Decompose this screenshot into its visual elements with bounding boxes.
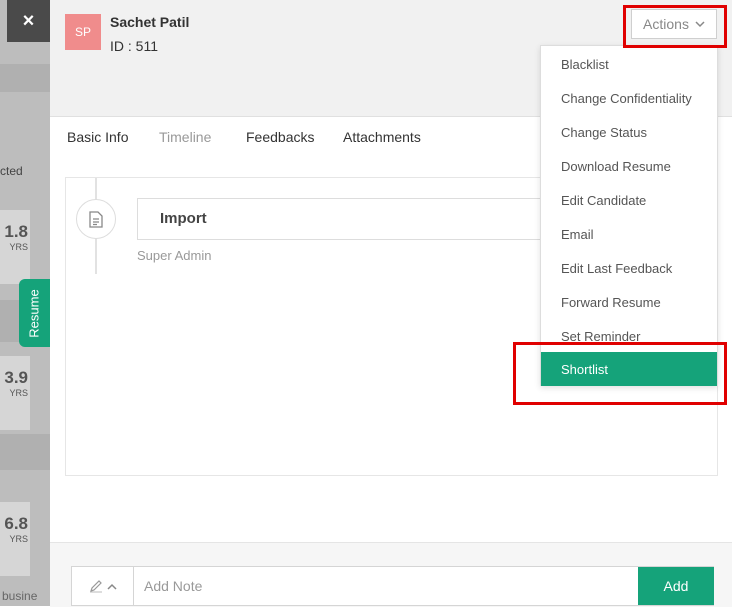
chevron-up-icon [106, 583, 117, 590]
timeline-event-author: Super Admin [137, 248, 212, 263]
document-icon [76, 199, 116, 239]
pencil-icon [89, 580, 102, 593]
background-stat: 3.9 YRS [0, 356, 30, 430]
resume-tab-label: Resume [27, 288, 43, 338]
candidate-id: ID : 511 [110, 38, 158, 54]
tab-feedbacks[interactable]: Feedbacks [246, 129, 314, 145]
note-input[interactable] [134, 567, 637, 605]
actions-menu: Blacklist Change Confidentiality Change … [540, 45, 718, 386]
background-footer-text: busine [2, 589, 38, 603]
menu-item-forward-resume[interactable]: Forward Resume [541, 285, 717, 319]
background-stat: 1.8 YRS [0, 210, 30, 284]
background-stat: 6.8 YRS [0, 502, 30, 576]
tab-basic-info[interactable]: Basic Info [67, 129, 128, 145]
tab-attachments[interactable]: Attachments [343, 129, 421, 145]
resume-tab[interactable]: Resume [19, 279, 50, 347]
avatar: SP [65, 14, 101, 50]
candidate-name: Sachet Patil [110, 14, 190, 30]
menu-item-download-resume[interactable]: Download Resume [541, 149, 717, 183]
close-button[interactable]: × [7, 0, 50, 42]
menu-item-change-status[interactable]: Change Status [541, 115, 717, 149]
background-band [0, 64, 50, 92]
note-type-toggle[interactable] [72, 567, 134, 605]
menu-item-change-confidentiality[interactable]: Change Confidentiality [541, 81, 717, 115]
add-note-button[interactable]: Add [638, 567, 714, 605]
background-filter-text: cted [0, 164, 23, 178]
menu-item-edit-last-feedback[interactable]: Edit Last Feedback [541, 251, 717, 285]
menu-item-blacklist[interactable]: Blacklist [541, 47, 717, 81]
actions-highlight-box [623, 5, 727, 48]
menu-item-email[interactable]: Email [541, 217, 717, 251]
tab-timeline[interactable]: Timeline [159, 129, 211, 145]
shortlist-highlight-box [513, 342, 727, 405]
timeline-event-title: Import [160, 210, 207, 227]
note-bar: Add [71, 566, 714, 606]
note-footer: Add [50, 542, 732, 607]
background-band [0, 434, 50, 470]
menu-item-edit-candidate[interactable]: Edit Candidate [541, 183, 717, 217]
